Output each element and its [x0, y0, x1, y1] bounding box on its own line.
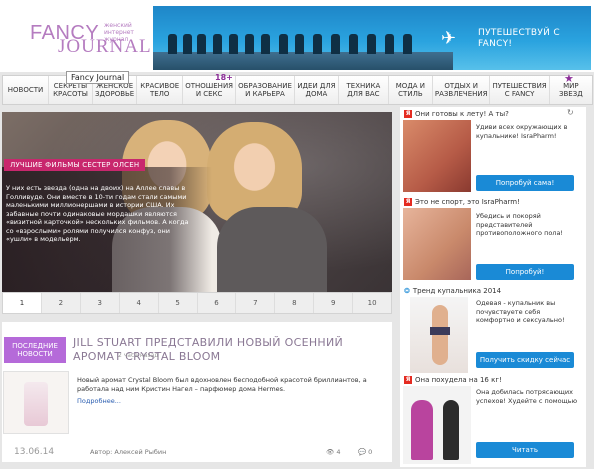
- logo[interactable]: FANCY JOURNAL женский интернет журнал: [0, 0, 151, 70]
- ad-text: Одевая - купальник вы почувствуете себя …: [476, 299, 565, 324]
- ad-figure: [432, 305, 448, 365]
- article-title[interactable]: JILL STUART ПРЕДСТАВИЛИ НОВЫЙ ОСЕННИЙ АР…: [73, 336, 393, 364]
- slide-category[interactable]: ЛУЧШИЕ ФИЛЬМЫ СЕСТЕР ОЛСЕН: [4, 159, 146, 171]
- slider-page[interactable]: 3: [81, 293, 120, 313]
- ad-figure: [443, 400, 459, 460]
- latest-news-badge: ПОСЛЕДНИЕ НОВОСТИ: [4, 337, 66, 363]
- slider-page[interactable]: 1: [3, 293, 42, 313]
- photo-clothing: [217, 207, 327, 292]
- ad-title[interactable]: Я Она похудела на 16 кг!: [404, 376, 502, 384]
- nav-item-news[interactable]: НОВОСТИ: [3, 76, 49, 104]
- comment-icon: 💬: [358, 448, 367, 456]
- views-value: 4: [336, 448, 341, 456]
- ad-text: Удиви всех окружающих в купальнике! Isra…: [476, 123, 568, 140]
- slider-page[interactable]: 5: [159, 293, 198, 313]
- moai-statue: [295, 34, 304, 54]
- ad-image[interactable]: [403, 120, 471, 192]
- moai-statue: [349, 34, 358, 54]
- nav-item-travel[interactable]: ПУТЕШЕСТВИЯ С FANCY: [490, 76, 550, 104]
- nav-item-career[interactable]: ОБРАЗОВАНИЕ И КАРЬЕРА: [236, 76, 295, 104]
- moai-statue: [385, 34, 394, 54]
- ad-swimsuit: [430, 327, 450, 335]
- banner-text: ПУТЕШЕСТВУЙ С FANCY!: [478, 28, 560, 49]
- comments-count[interactable]: 💬 0: [358, 448, 372, 456]
- adult-badge: 18+: [215, 73, 233, 82]
- ad-image[interactable]: [403, 386, 471, 464]
- views-count: 👁 4: [326, 448, 340, 456]
- ad-text: Она добилась потрясающих успехов! Худейт…: [476, 388, 578, 405]
- ad-title[interactable]: ❂ Тренд купальника 2014: [404, 287, 501, 295]
- yandex-direct-icon: Я: [404, 198, 412, 206]
- article-thumbnail[interactable]: [3, 371, 69, 434]
- nav-item-home[interactable]: ИДЕИ ДЛЯ ДОМА: [295, 76, 339, 104]
- ad-title-text: Это не спорт, это IsraPharm!: [415, 198, 520, 206]
- slider-page[interactable]: 9: [314, 293, 354, 313]
- sparkle-icon: ❂: [404, 287, 410, 295]
- moai-statue: [183, 34, 192, 54]
- article-author: Автор: Алексей Рыбин: [90, 448, 167, 456]
- moai-statue: [245, 34, 254, 54]
- airplane-icon: ✈: [441, 28, 457, 49]
- moai-statue: [403, 34, 412, 54]
- slider-page[interactable]: 10: [353, 293, 391, 313]
- eye-icon: 👁: [326, 448, 335, 456]
- slide-text: У них есть звезда (одна на двоих) на Алл…: [6, 184, 189, 243]
- ad-title[interactable]: Я Это не спорт, это IsraPharm!: [404, 198, 520, 206]
- moai-statue: [197, 34, 206, 54]
- travel-banner[interactable]: ✈ ПУТЕШЕСТВУЙ С FANCY!: [153, 6, 591, 70]
- moai-statue: [213, 34, 222, 54]
- ad-button[interactable]: Получить скидку сейчас: [476, 352, 574, 368]
- ad-button[interactable]: Попробуй!: [476, 264, 574, 280]
- slider-page[interactable]: 6: [198, 293, 237, 313]
- article-body: Новый аромат Crystal Bloom был вдохновле…: [77, 376, 367, 393]
- nav-item-fashion[interactable]: МОДА И СТИЛЬ: [389, 76, 433, 104]
- comments-value: 0: [368, 448, 373, 456]
- ad-image[interactable]: [410, 297, 468, 373]
- moai-statue: [331, 34, 340, 54]
- moai-statue: [313, 34, 322, 54]
- ad-figure: [411, 400, 433, 460]
- article-date: 13.06.14: [14, 447, 55, 457]
- ad-title-text: Она похудела на 16 кг!: [415, 376, 502, 384]
- slider-pagination: 1 2 3 4 5 6 7 8 9 10: [2, 292, 392, 314]
- yandex-direct-icon: Я: [404, 376, 412, 384]
- logo-tagline: женский интернет журнал: [104, 22, 134, 43]
- yandex-direct-icon: Я: [404, 110, 412, 118]
- nav-item-leisure[interactable]: ОТДЫХ И РАЗВЛЕЧЕНИЯ: [433, 76, 491, 104]
- moai-statue: [229, 34, 238, 54]
- slider-page[interactable]: 4: [120, 293, 159, 313]
- refresh-icon[interactable]: ↻: [567, 108, 574, 117]
- read-more-link[interactable]: Подробнее...: [77, 397, 121, 405]
- ad-text: Убедись и покоряй представителей противо…: [476, 212, 564, 237]
- banner-ground: [153, 52, 453, 70]
- moai-statue: [168, 34, 177, 54]
- slider-page[interactable]: 2: [42, 293, 81, 313]
- star-icon: ★: [564, 72, 574, 85]
- ad-button[interactable]: Попробуй сама!: [476, 175, 574, 191]
- nav-item-tech[interactable]: ТЕХНИКА ДЛЯ ВАС: [339, 76, 389, 104]
- moai-statue: [367, 34, 376, 54]
- moai-statue: [279, 34, 288, 54]
- moai-statue: [261, 34, 270, 54]
- ad-title[interactable]: Я Они готовы к лету! А ты?: [404, 110, 509, 118]
- ad-image[interactable]: [403, 208, 471, 280]
- ad-title-text: Они готовы к лету! А ты?: [415, 110, 509, 118]
- ad-button[interactable]: Читать: [476, 442, 574, 458]
- slider-page[interactable]: 8: [275, 293, 315, 313]
- logo-tooltip: Fancy Journal: [66, 71, 130, 84]
- article-time: 2 часа назад: [118, 352, 159, 359]
- slider-page[interactable]: 7: [236, 293, 276, 313]
- ad-title-text: Тренд купальника 2014: [412, 287, 502, 295]
- perfume-bottle: [24, 382, 48, 426]
- nav-item-body[interactable]: КРАСИВОЕ ТЕЛО: [137, 76, 184, 104]
